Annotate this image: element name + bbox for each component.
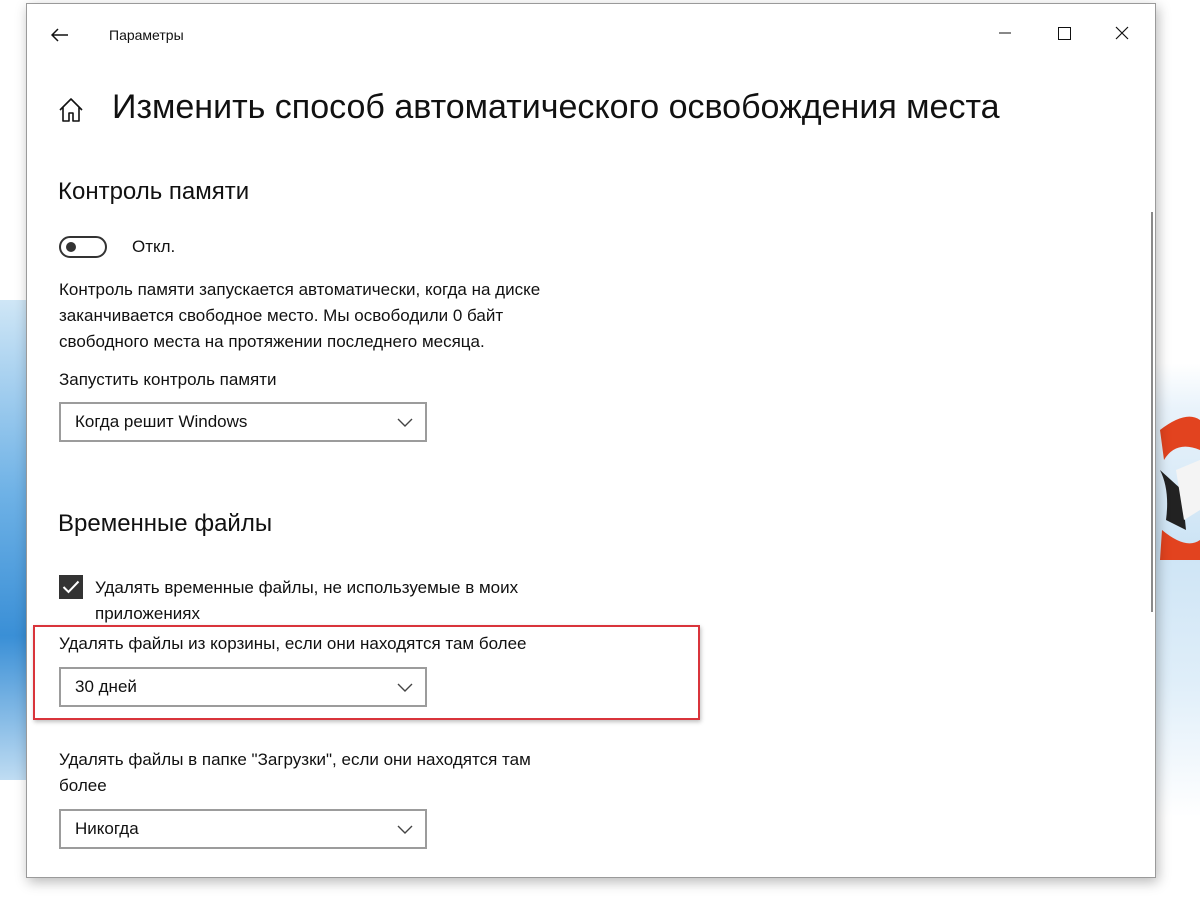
scrollbar[interactable] <box>1151 212 1153 612</box>
title-bar: Параметры <box>27 4 1155 62</box>
checkbox-label-line: приложениях <box>95 604 200 623</box>
downloads-label-line: Удалять файлы в папке "Загрузки", если о… <box>59 750 531 769</box>
chevron-down-icon <box>397 683 413 692</box>
description-line: свободного места на протяжении последнег… <box>59 332 485 351</box>
page-title: Изменить способ автоматического освобожд… <box>112 88 1000 126</box>
toggle-state-label: Откл. <box>132 237 176 256</box>
description-line: Контроль памяти запускается автоматическ… <box>59 280 541 299</box>
storage-sense-toggle[interactable] <box>59 236 107 258</box>
maximize-icon <box>1057 26 1071 40</box>
toggle-knob <box>66 242 76 252</box>
run-storage-sense-dropdown[interactable]: Когда решит Windows <box>59 402 427 442</box>
desktop-background: Параметры Изменить способ автоматическог… <box>0 0 1200 908</box>
downloads-label-line: более <box>59 776 107 795</box>
checkbox-label-line: Удалять временные файлы, не используемые… <box>95 578 519 597</box>
home-icon[interactable] <box>57 96 85 124</box>
run-storage-sense-label: Запустить контроль памяти <box>59 370 277 389</box>
delete-temp-files-checkbox[interactable] <box>59 575 83 599</box>
close-button[interactable] <box>1102 18 1142 48</box>
chevron-down-icon <box>397 418 413 427</box>
wallpaper-art <box>1160 416 1200 560</box>
settings-content: Изменить способ автоматического освобожд… <box>27 62 1155 877</box>
dropdown-value: Когда решит Windows <box>75 412 248 431</box>
description-line: заканчивается свободное место. Мы освобо… <box>59 306 504 325</box>
section-title-temp-files: Временные файлы <box>58 510 273 537</box>
recycle-bin-label: Удалять файлы из корзины, если они наход… <box>59 634 527 653</box>
wallpaper-fragment-left <box>0 300 26 780</box>
back-button[interactable] <box>45 20 75 50</box>
minimize-button[interactable] <box>985 18 1025 48</box>
chevron-down-icon <box>397 825 413 834</box>
dropdown-value: Никогда <box>75 819 139 838</box>
section-title-storage-sense: Контроль памяти <box>58 178 250 205</box>
downloads-label: Удалять файлы в папке "Загрузки", если о… <box>59 747 531 799</box>
downloads-dropdown[interactable]: Никогда <box>59 809 427 849</box>
dropdown-value: 30 дней <box>75 677 137 696</box>
close-icon <box>1115 26 1129 40</box>
settings-window: Параметры Изменить способ автоматическог… <box>26 3 1156 878</box>
maximize-button[interactable] <box>1044 18 1084 48</box>
delete-temp-files-label: Удалять временные файлы, не используемые… <box>95 575 615 627</box>
arrow-left-icon <box>51 28 68 42</box>
app-title: Параметры <box>109 27 184 43</box>
minimize-icon <box>999 32 1011 34</box>
recycle-bin-dropdown[interactable]: 30 дней <box>59 667 427 707</box>
storage-sense-description: Контроль памяти запускается автоматическ… <box>59 277 540 355</box>
checkmark-icon <box>62 580 80 594</box>
